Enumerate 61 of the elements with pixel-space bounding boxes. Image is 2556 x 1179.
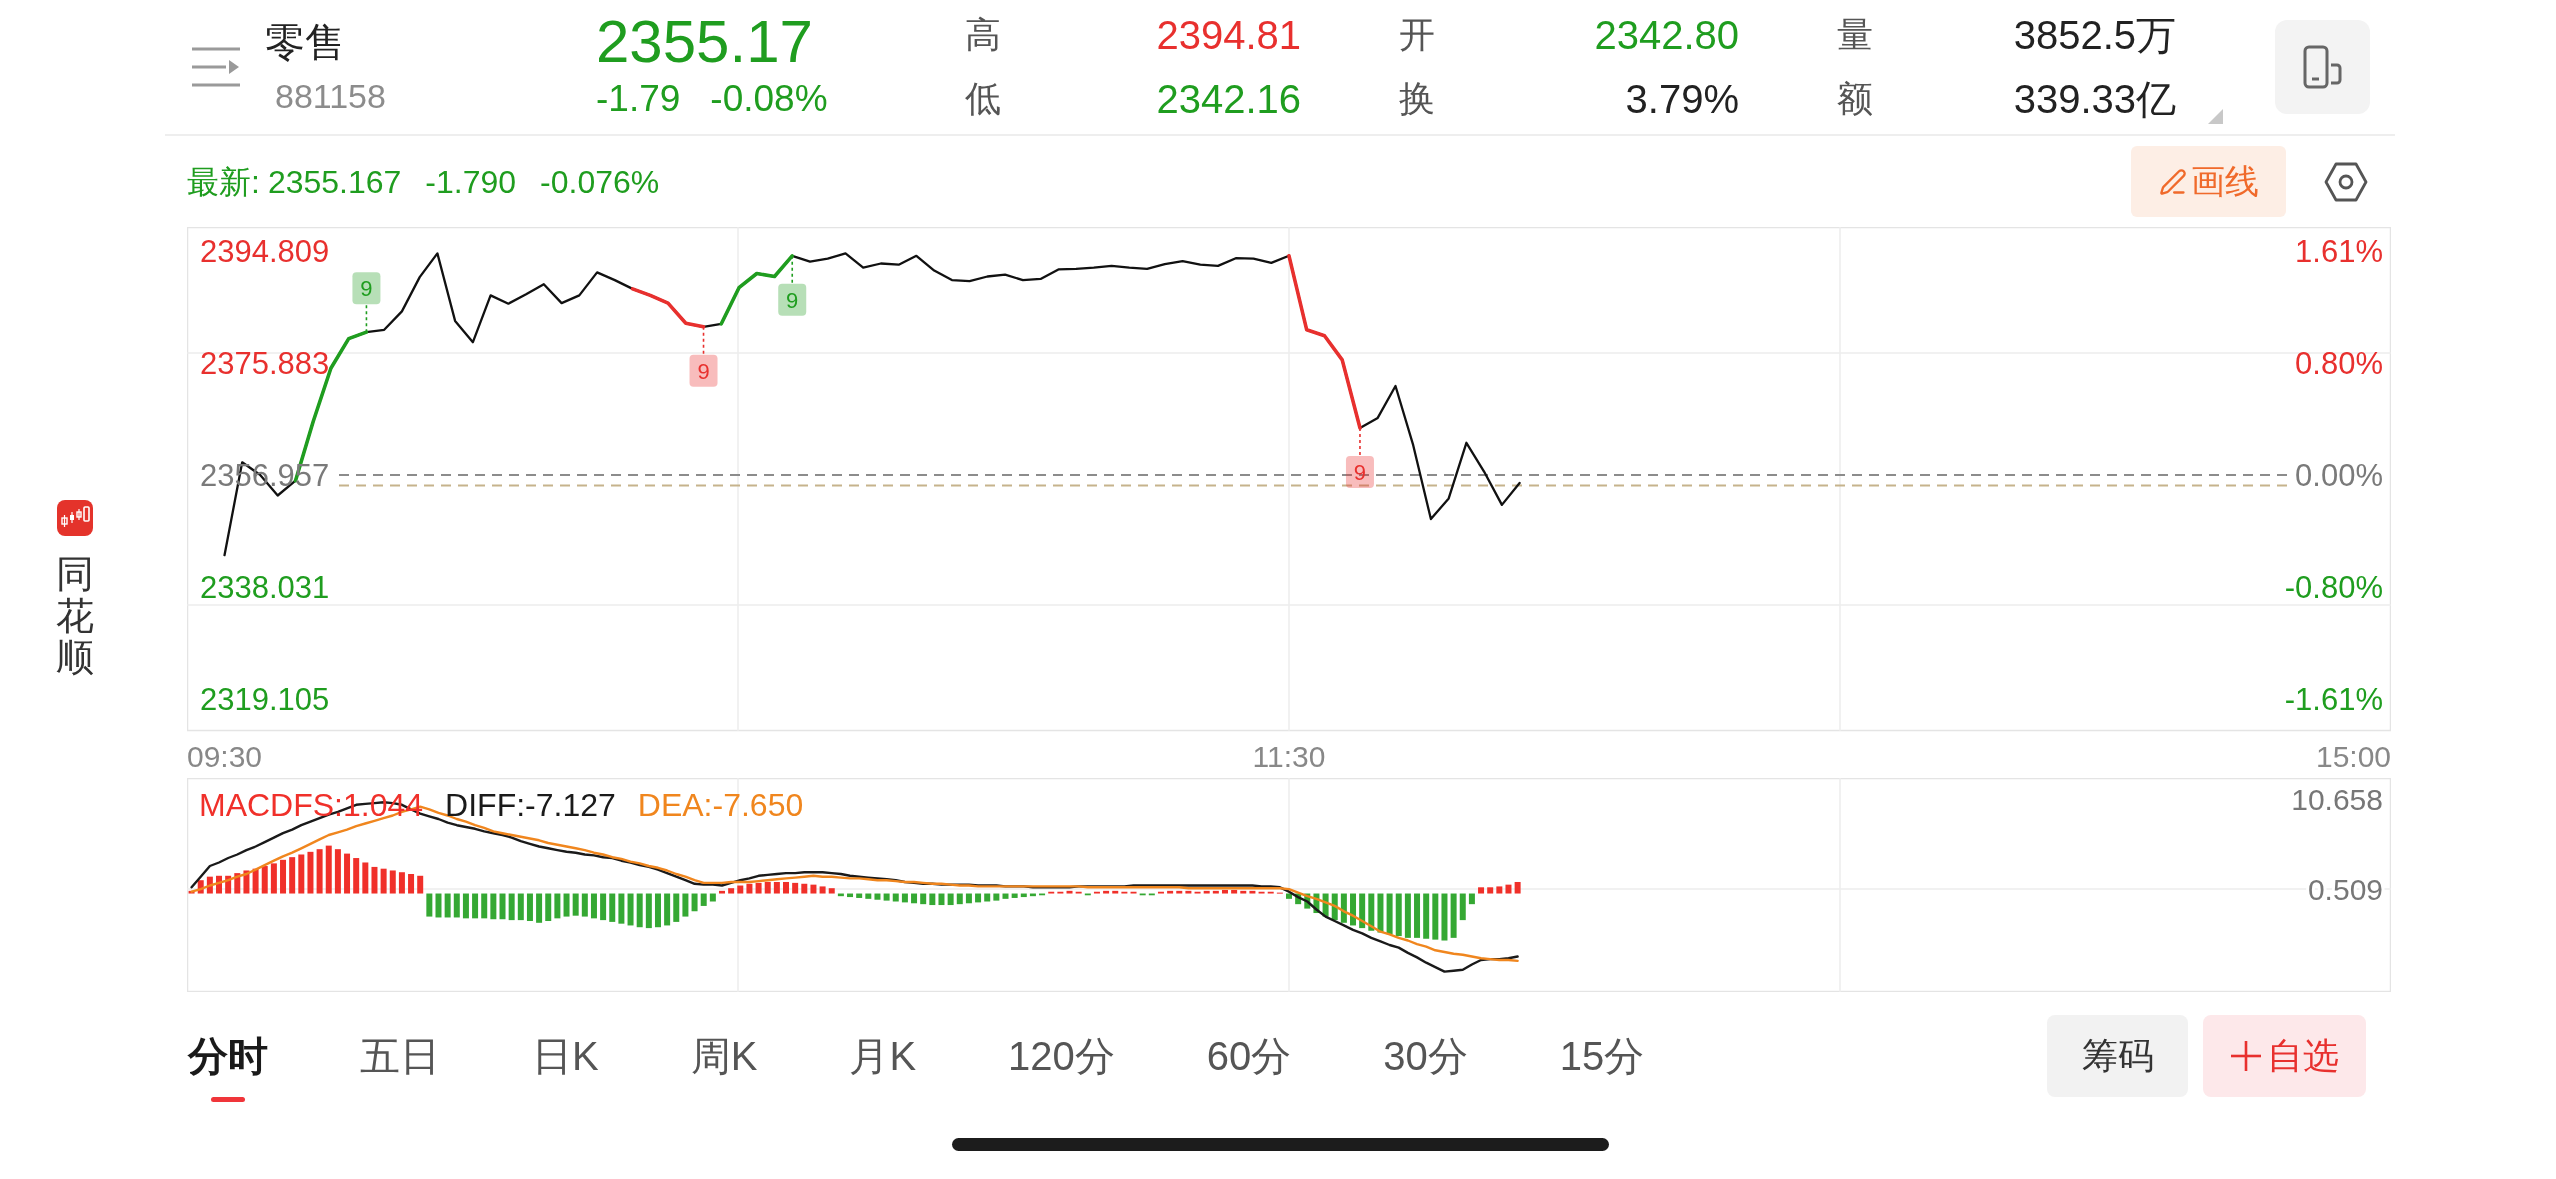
current-price: 2355.17 [596,13,814,71]
plus-icon [2230,1041,2261,1071]
chips-button[interactable]: 筹码 [2047,1015,2188,1097]
time-axis-label: 09:30 [187,740,263,773]
period-tab[interactable]: 月K [849,1033,917,1102]
macd-axis-label: 0.509 [2307,873,2383,906]
add-to-watchlist-button[interactable]: 自选 [2203,1015,2366,1097]
stat-label: 低 [965,77,1001,121]
percent-axis-label: -1.61% [2284,682,2383,717]
stat-value: 3852.5万 [2013,12,2176,58]
stat-label: 开 [1399,13,1435,57]
percent-change: -0.08% [710,77,828,121]
stat-value: 339.33亿 [2013,76,2176,122]
annotation: 9 [786,287,799,313]
latest-change: -1.790 [425,162,517,201]
annotation: 9 [697,358,710,384]
legend-label: DEA:-7.650 [637,786,804,824]
brand-name: 同花顺 [56,553,94,680]
stat-label: 高 [965,13,1001,57]
index-code: 881158 [275,77,387,115]
annotation: 9 [360,276,373,302]
price-axis-label: 2375.883 [200,346,330,381]
stat-label: 量 [1837,13,1873,57]
stat-value: 2342.16 [1156,76,1301,122]
time-axis-label: 15:00 [2315,740,2391,773]
phone-icon [2302,45,2343,89]
stat-value: 2342.80 [1594,12,1739,58]
stat-value: 3.79% [1625,76,1739,122]
stat-label: 换 [1399,77,1435,121]
pencil-icon [2158,167,2187,196]
app-logo-icon [57,499,93,536]
latest-price: 2355.167 [267,162,402,201]
price-axis-label: 2394.809 [200,234,330,269]
price-axis-label: 2319.105 [200,682,330,717]
stat-value: 2394.81 [1156,12,1301,58]
legend-label: MACDFS:1.044 [199,786,424,824]
period-tab[interactable]: 60分 [1206,1033,1292,1102]
stat-label: 额 [1837,77,1873,121]
period-tab[interactable]: 周K [690,1033,758,1102]
menu-icon[interactable] [192,46,240,88]
percent-axis-label: 0.80% [2295,346,2383,381]
price-axis-label: 2338.031 [200,570,330,605]
latest-change-percent: -0.076% [540,162,660,201]
time-axis-label: 11:30 [1252,740,1326,773]
corner-triangle-icon [2208,109,2223,124]
annotation: 9 [1353,460,1367,485]
period-tab[interactable]: 120分 [1008,1033,1115,1102]
percent-axis-label: 0.00% [2295,458,2383,493]
period-tab[interactable]: 分时 [188,1033,268,1102]
percent-axis-label: -0.80% [2284,570,2383,605]
percent-axis-label: 1.61% [2295,234,2383,269]
latest-label: 最新: [187,162,260,201]
device-switch-button[interactable] [2275,20,2370,114]
period-tab[interactable]: 30分 [1383,1033,1468,1102]
price-change: -1.79 [596,77,681,121]
macd-axis-label: 10.658 [2291,783,2383,816]
period-tab[interactable]: 五日 [360,1033,440,1102]
period-tab[interactable]: 日K [532,1033,599,1102]
legend-label: DIFF:-7.127 [445,786,616,824]
index-name: 零售 [265,19,346,65]
period-tab[interactable]: 15分 [1559,1033,1645,1102]
